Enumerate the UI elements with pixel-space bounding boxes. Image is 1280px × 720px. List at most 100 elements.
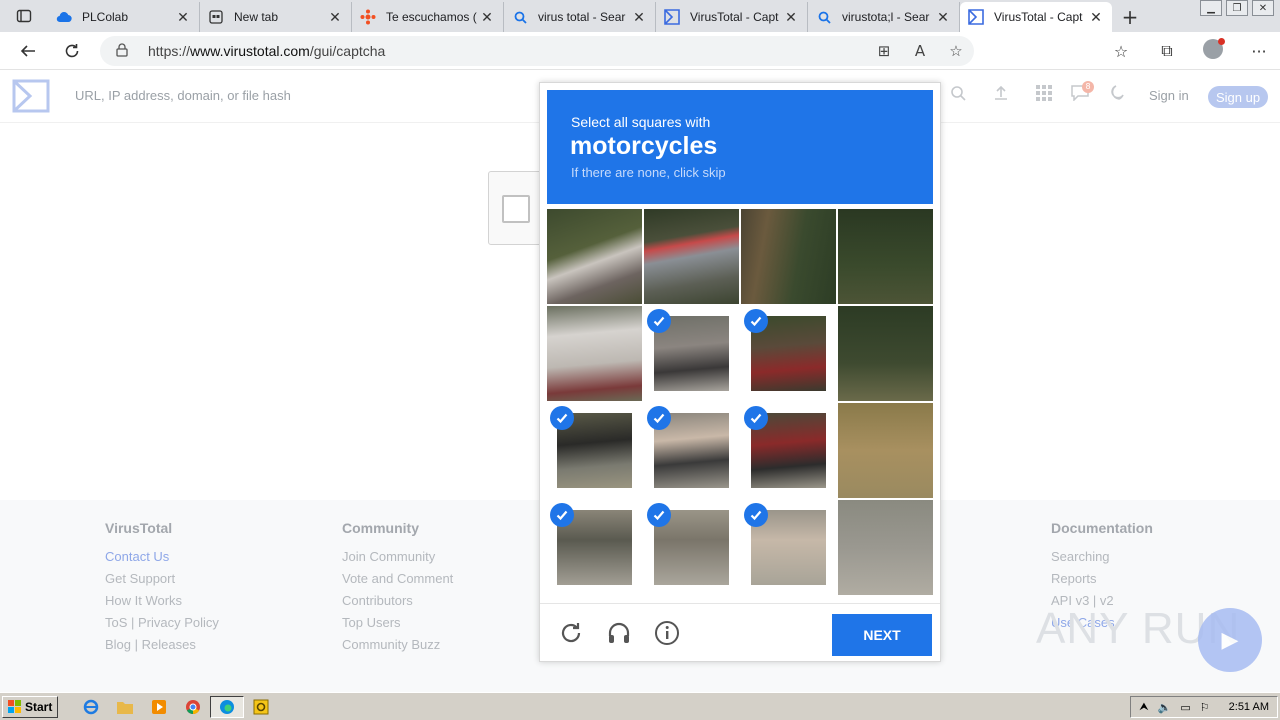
media-player-icon[interactable] [142, 696, 176, 718]
tab-virustotal-captcha-active[interactable]: VirusTotal - Capt ✕ [960, 2, 1112, 32]
footer-link-searching[interactable]: Searching [1051, 549, 1153, 571]
network-icon[interactable]: ▭ [1180, 701, 1190, 714]
address-bar[interactable]: https://www.virustotal.com/gui/captcha ⊞… [100, 36, 974, 66]
cloud-icon [56, 9, 72, 25]
footer-link-buzz[interactable]: Community Buzz [342, 637, 453, 659]
anyrun-badge-icon: ▶ [1198, 608, 1262, 672]
tab-plcolab[interactable]: PLColab ✕ [48, 2, 200, 32]
audio-challenge-icon[interactable] [604, 618, 634, 648]
collections-icon[interactable]: ⧉ [1144, 41, 1190, 61]
close-tab-icon[interactable]: ✕ [1088, 9, 1104, 26]
tray-expand-icon[interactable]: ⮝ [1139, 701, 1148, 714]
tab-search-virus-total[interactable]: virus total - Sear ✕ [504, 2, 656, 32]
captcha-tile[interactable] [838, 500, 933, 595]
more-menu-icon[interactable]: ··· [1236, 42, 1280, 61]
profile-button[interactable] [1190, 38, 1236, 63]
info-icon[interactable] [652, 618, 682, 648]
windows-logo-icon [8, 699, 21, 713]
refresh-button[interactable] [50, 32, 94, 70]
footer-column-community: Community Join Community Vote and Commen… [342, 520, 453, 659]
notifications-icon[interactable]: 8 [1062, 81, 1098, 106]
captcha-prompt: Select all squares with motorcycles If t… [547, 90, 933, 204]
notification-badge: 8 [1082, 81, 1094, 93]
refresh-challenge-icon[interactable] [556, 618, 586, 648]
sign-up-button[interactable]: Sign up [1208, 86, 1269, 108]
captcha-tile[interactable] [741, 500, 836, 595]
upload-icon[interactable] [976, 85, 1026, 106]
checkmark-icon [550, 503, 574, 527]
captcha-checkbox[interactable] [502, 195, 530, 223]
footer-link-how-it-works[interactable]: How It Works [105, 593, 219, 615]
footer-link-tos[interactable]: ToS | Privacy Policy [105, 615, 219, 637]
captcha-tile[interactable] [741, 403, 836, 498]
apps-icon[interactable]: ⊞ [866, 42, 902, 60]
grid-menu-icon[interactable] [1026, 85, 1062, 106]
minimize-button[interactable]: ▁ [1200, 0, 1222, 16]
add-favorite-icon[interactable]: ☆ [938, 42, 974, 60]
ie-icon[interactable] [74, 696, 108, 718]
close-tab-icon[interactable]: ✕ [479, 9, 495, 26]
close-window-button[interactable]: ✕ [1252, 0, 1274, 16]
captcha-tile[interactable] [644, 403, 739, 498]
tab-feedback[interactable]: Te escuchamos ( ✕ [352, 2, 504, 32]
captcha-tile[interactable] [547, 500, 642, 595]
dark-mode-icon[interactable] [1098, 85, 1134, 106]
search-icon[interactable] [940, 85, 976, 106]
tab-search-virustotal[interactable]: virustota;l - Sear ✕ [808, 2, 960, 32]
captcha-tile[interactable] [644, 306, 739, 401]
folder-icon[interactable] [108, 696, 142, 718]
sign-in-link[interactable]: Sign in [1149, 88, 1189, 103]
read-aloud-icon[interactable]: A [902, 42, 938, 60]
footer-link-vote[interactable]: Vote and Comment [342, 571, 453, 593]
next-button[interactable]: NEXT [832, 614, 932, 656]
captcha-footer: NEXT [540, 603, 940, 661]
virustotal-icon [968, 9, 984, 25]
close-tab-icon[interactable]: ✕ [783, 9, 799, 26]
chrome-icon[interactable] [176, 696, 210, 718]
captcha-tile[interactable] [547, 306, 642, 401]
footer-link-join[interactable]: Join Community [342, 549, 453, 571]
vt-search-input[interactable]: URL, IP address, domain, or file hash [75, 88, 291, 103]
footer-link-contact-us[interactable]: Contact Us [105, 549, 219, 571]
footer-link-get-support[interactable]: Get Support [105, 571, 219, 593]
favorites-icon[interactable]: ☆ [1098, 42, 1144, 61]
back-button[interactable] [6, 32, 50, 70]
tab-title: Te escuchamos ( [386, 10, 477, 24]
tab-title: virustota;l - Sear [842, 10, 930, 24]
restore-button[interactable]: ❐ [1226, 0, 1248, 16]
footer-link-contributors[interactable]: Contributors [342, 593, 453, 615]
flag-icon[interactable]: ⚐ [1200, 701, 1210, 714]
edge-icon[interactable] [210, 695, 245, 718]
captcha-tile[interactable] [644, 500, 739, 595]
start-label: Start [25, 699, 53, 714]
footer-link-reports[interactable]: Reports [1051, 571, 1153, 593]
close-tab-icon[interactable]: ✕ [175, 9, 191, 26]
captcha-tile[interactable] [741, 209, 836, 304]
close-tab-icon[interactable]: ✕ [631, 9, 647, 26]
captcha-tile[interactable] [838, 209, 933, 304]
virustotal-icon [664, 9, 680, 25]
virustotal-logo-icon[interactable] [12, 79, 50, 113]
start-button[interactable]: Start [2, 695, 59, 718]
captcha-tile[interactable] [547, 403, 642, 498]
tab-virustotal-captcha[interactable]: VirusTotal - Capt ✕ [656, 2, 808, 32]
captcha-tile[interactable] [547, 209, 642, 304]
captcha-tile[interactable] [741, 306, 836, 401]
captcha-tile[interactable] [644, 209, 739, 304]
captcha-tile[interactable] [838, 403, 933, 498]
tab-actions-icon[interactable] [0, 0, 48, 32]
captcha-challenge: Select all squares with motorcycles If t… [539, 82, 941, 662]
tab-new-tab[interactable]: New tab ✕ [200, 2, 352, 32]
footer-link-blog[interactable]: Blog | Releases [105, 637, 219, 659]
new-tab-button[interactable]: + [1112, 2, 1148, 32]
windows-taskbar: Start ⮝ 🔈 ▭ ⚐ 2:51 AM [0, 692, 1280, 720]
volume-icon[interactable]: 🔈 [1158, 701, 1172, 714]
checkmark-icon [647, 406, 671, 430]
system-tray: ⮝ 🔈 ▭ ⚐ 2:51 AM [1130, 696, 1278, 718]
tile-image [547, 209, 642, 304]
captcha-tile[interactable] [838, 306, 933, 401]
close-tab-icon[interactable]: ✕ [327, 9, 343, 26]
close-tab-icon[interactable]: ✕ [935, 9, 951, 26]
app-o-icon[interactable] [244, 696, 278, 718]
footer-link-top-users[interactable]: Top Users [342, 615, 453, 637]
